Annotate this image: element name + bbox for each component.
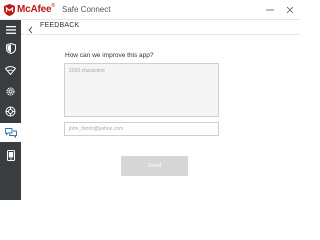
brand-name: McAfee <box>17 4 52 15</box>
feedback-placeholder: 2000 characters <box>69 68 105 74</box>
sidebar <box>0 20 21 200</box>
app-name: Safe Connect <box>62 5 111 14</box>
shield-icon <box>5 43 16 54</box>
window-controls <box>260 0 300 20</box>
page-header: FEEDBACK <box>21 20 300 35</box>
feedback-icon <box>4 127 17 138</box>
email-field[interactable]: john_fomm@yahoo.com <box>64 122 219 136</box>
sidebar-item-network[interactable] <box>0 61 21 80</box>
gear-icon <box>6 87 15 96</box>
close-icon <box>286 6 294 14</box>
title-bar: McAfee ® Safe Connect <box>0 0 300 20</box>
menu-icon <box>5 25 16 34</box>
mcafee-shield-icon <box>4 3 15 16</box>
sidebar-item-protection[interactable] <box>0 39 21 58</box>
mcafee-logo: McAfee ® <box>4 3 55 16</box>
minimize-icon <box>266 9 274 11</box>
sidebar-item-support[interactable] <box>0 102 21 121</box>
feedback-textarea[interactable]: 2000 characters <box>64 63 219 117</box>
sidebar-item-menu[interactable] <box>0 20 21 39</box>
minimize-button[interactable] <box>260 0 280 20</box>
page-title: FEEDBACK <box>40 22 80 29</box>
sidebar-item-feedback[interactable] <box>0 123 21 142</box>
email-placeholder: john_fomm@yahoo.com <box>69 126 124 132</box>
device-icon <box>6 150 15 161</box>
send-button[interactable]: Send <box>121 156 188 176</box>
sidebar-item-settings[interactable] <box>0 82 21 101</box>
close-button[interactable] <box>280 0 300 20</box>
sidebar-item-device[interactable] <box>0 146 21 165</box>
back-button[interactable] <box>26 22 36 34</box>
brand-mark: ® <box>51 3 55 9</box>
wifi-icon <box>5 66 16 75</box>
feedback-question: How can we improve this app? <box>65 52 154 59</box>
support-icon <box>5 106 16 117</box>
chevron-left-icon <box>28 26 33 34</box>
